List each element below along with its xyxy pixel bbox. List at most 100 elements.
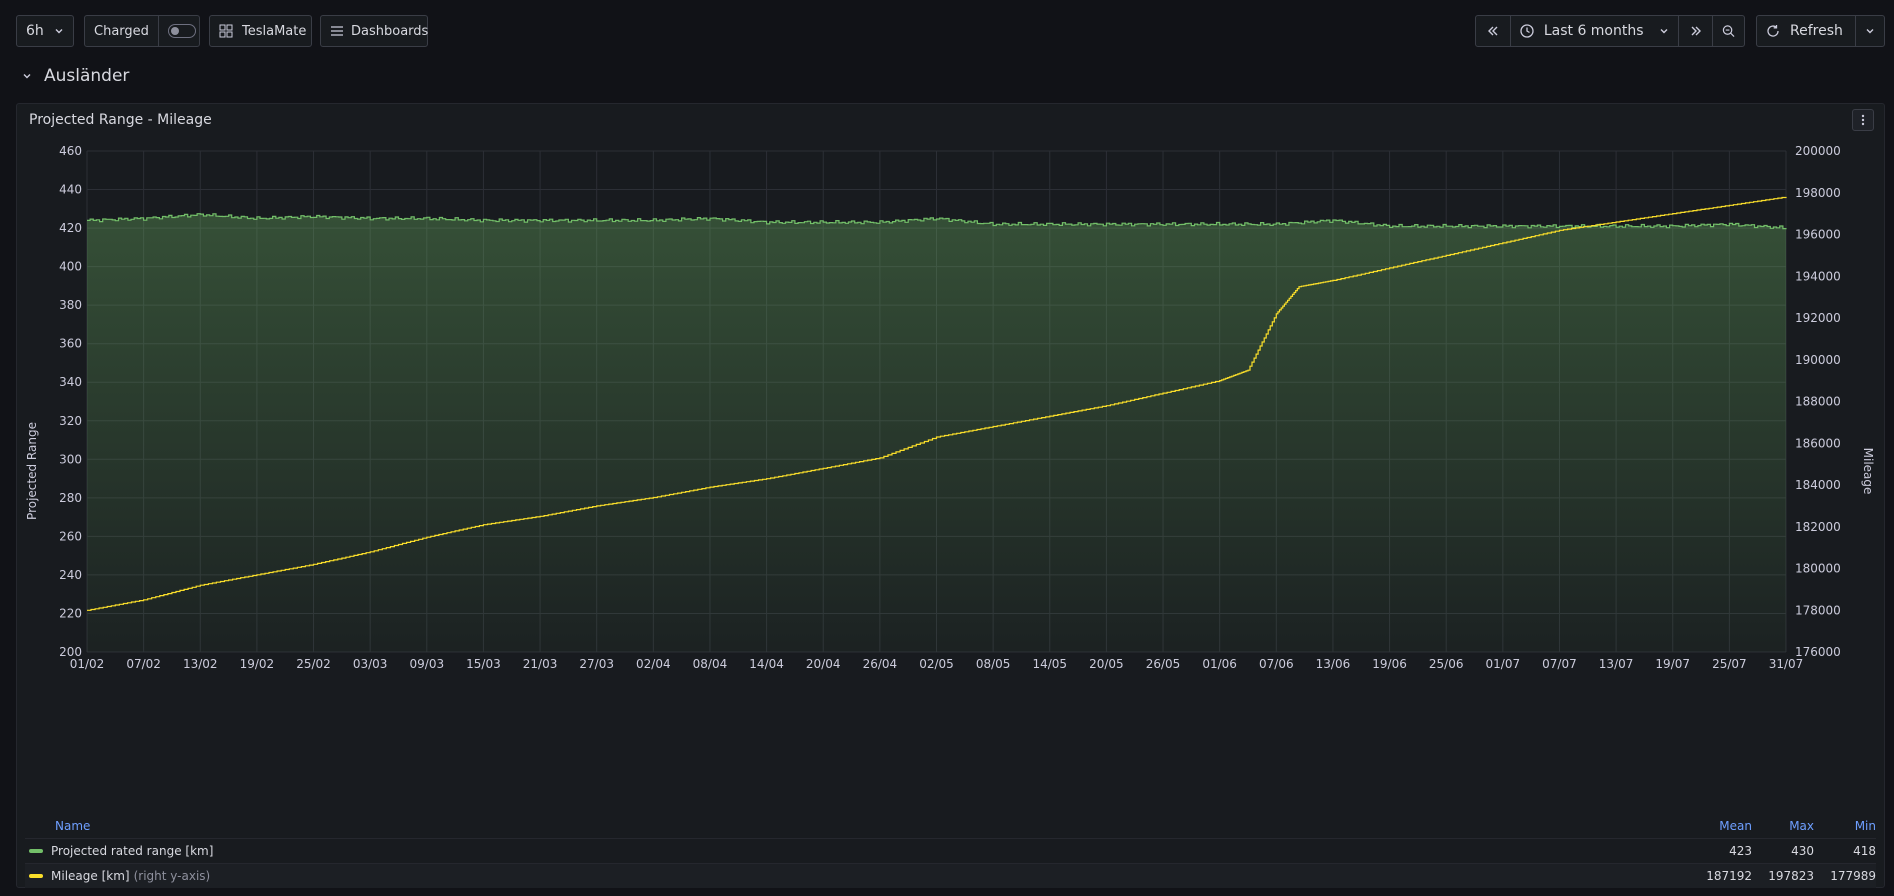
chevron-down-icon — [1866, 29, 1874, 34]
x-tick-label: 20/05 — [1089, 657, 1124, 671]
series-area-range — [87, 213, 1786, 652]
legend-swatch — [29, 849, 43, 853]
x-tick-label: 07/02 — [126, 657, 161, 671]
teslamate-link[interactable]: TeslaMate — [209, 15, 312, 47]
y-right-tick-label: 198000 — [1795, 186, 1841, 200]
x-tick-label: 19/06 — [1372, 657, 1407, 671]
row-header[interactable]: Ausländer — [22, 66, 129, 86]
y-right-tick-label: 184000 — [1795, 478, 1841, 492]
x-axis: 01/02 07/02 13/02 19/02 25/02 03/03 09/03 15/03… — [70, 657, 1804, 671]
dashboards-link[interactable]: Dashboards — [320, 15, 428, 47]
y-left-tick-label: 460 — [59, 144, 82, 158]
x-tick-label: 13/07 — [1599, 657, 1634, 671]
y-left-tick-label: 360 — [59, 337, 82, 351]
x-tick-label: 02/05 — [919, 657, 954, 671]
x-tick-label: 20/04 — [806, 657, 841, 671]
y-right-axis: 200000 198000 196000 194000 192000 190000 1880… — [1795, 144, 1841, 659]
y-right-tick-label: 190000 — [1795, 353, 1841, 367]
time-range-group: Last 6 months — [1475, 15, 1745, 47]
legend-row-range[interactable]: Projected rated range [km] 423 430 418 — [25, 838, 1876, 863]
y-left-tick-label: 220 — [59, 606, 82, 620]
time-forward-button[interactable] — [1678, 16, 1712, 46]
refresh-label: Refresh — [1790, 23, 1843, 39]
legend-series-name: Projected rated range [km] — [51, 844, 214, 858]
y-left-tick-label: 400 — [59, 260, 82, 274]
charged-label: Charged — [94, 23, 149, 39]
refresh-icon — [1767, 25, 1779, 37]
y-left-tick-label: 260 — [59, 529, 82, 543]
y-right-tick-label: 182000 — [1795, 520, 1841, 534]
y-left-tick-label: 240 — [59, 568, 82, 582]
x-tick-label: 14/04 — [749, 657, 784, 671]
interval-picker[interactable]: 6h — [16, 15, 74, 47]
charged-toggle-control[interactable]: Charged — [84, 15, 200, 47]
x-tick-label: 26/04 — [863, 657, 898, 671]
x-tick-label: 15/03 — [466, 657, 501, 671]
interval-value: 6h — [26, 23, 44, 39]
y-right-tick-label: 194000 — [1795, 269, 1841, 283]
zoom-out-button[interactable] — [1712, 16, 1744, 46]
legend-swatch — [29, 874, 43, 878]
x-tick-label: 26/05 — [1146, 657, 1181, 671]
apps-grid-icon — [219, 24, 233, 38]
x-tick-label: 09/03 — [410, 657, 445, 671]
x-tick-label: 01/07 — [1486, 657, 1521, 671]
teslamate-label: TeslaMate — [242, 23, 307, 39]
x-tick-label: 13/02 — [183, 657, 218, 671]
chart-panel: Projected Range - Mileage 460 440 420 400 38… — [16, 103, 1885, 888]
x-tick-label: 25/07 — [1712, 657, 1747, 671]
clock-icon — [1520, 24, 1534, 38]
legend-mean-value: 423 — [1729, 844, 1752, 858]
time-range-picker[interactable]: Last 6 months — [1509, 16, 1678, 46]
charged-toggle[interactable] — [167, 24, 196, 38]
x-tick-label: 08/05 — [976, 657, 1011, 671]
x-tick-label: 19/02 — [240, 657, 275, 671]
legend-table: Name Mean Max Min Projected rated range … — [25, 814, 1876, 888]
y-left-axis: 4604404204003803603403203002802602402202… — [59, 144, 82, 659]
x-tick-label: 25/06 — [1429, 657, 1464, 671]
dashboards-label: Dashboards — [351, 23, 429, 39]
legend-col-mean[interactable]: Mean — [1692, 819, 1752, 833]
refresh-button[interactable]: Refresh — [1757, 16, 1855, 46]
row-title: Ausländer — [44, 66, 130, 86]
x-tick-label: 02/04 — [636, 657, 671, 671]
y-right-tick-label: 186000 — [1795, 436, 1841, 450]
legend-header: Name Mean Max Min — [25, 814, 1876, 838]
x-tick-label: 07/07 — [1542, 657, 1577, 671]
menu-bars-icon — [331, 26, 343, 36]
y-left-tick-label: 440 — [59, 183, 82, 197]
y-right-axis-title: Mileage — [1861, 448, 1875, 495]
chevrons-left-icon — [1487, 26, 1498, 36]
legend-col-min[interactable]: Min — [1816, 819, 1876, 833]
x-tick-label: 31/07 — [1769, 657, 1804, 671]
y-right-tick-label: 178000 — [1795, 603, 1841, 617]
x-tick-label: 25/02 — [296, 657, 331, 671]
x-tick-label: 07/06 — [1259, 657, 1294, 671]
y-right-tick-label: 192000 — [1795, 311, 1841, 325]
legend-max-value: 430 — [1791, 844, 1814, 858]
x-tick-label: 08/04 — [693, 657, 728, 671]
y-right-tick-label: 188000 — [1795, 395, 1841, 409]
x-tick-label: 19/07 — [1655, 657, 1690, 671]
y-left-tick-label: 380 — [59, 298, 82, 312]
legend-max-value: 197823 — [1768, 869, 1814, 883]
x-tick-label: 13/06 — [1316, 657, 1351, 671]
chevron-down-icon — [55, 29, 63, 34]
legend-row-mileage[interactable]: Mileage [km] (right y-axis) 187192 19782… — [25, 863, 1876, 888]
legend-col-max[interactable]: Max — [1754, 819, 1814, 833]
y-right-tick-label: 180000 — [1795, 562, 1841, 576]
legend-min-value: 177989 — [1830, 869, 1876, 883]
chevron-down-icon — [23, 74, 31, 79]
legend-col-name: Name — [55, 819, 91, 833]
x-tick-label: 21/03 — [523, 657, 558, 671]
y-left-tick-label: 420 — [59, 221, 82, 235]
series-layer — [87, 196, 1787, 652]
legend-series-suffix: (right y-axis) — [133, 869, 211, 883]
timeseries-chart[interactable]: 460 440 420 400 380 360 340 320 300 280 260 240 220 2… — [17, 104, 1884, 804]
refresh-group: Refresh — [1756, 15, 1885, 47]
y-left-tick-label: 320 — [59, 414, 82, 428]
x-tick-label: 03/03 — [353, 657, 388, 671]
time-back-button[interactable] — [1476, 16, 1510, 46]
refresh-interval-picker[interactable] — [1855, 16, 1884, 46]
x-tick-label: 01/02 — [70, 657, 105, 671]
